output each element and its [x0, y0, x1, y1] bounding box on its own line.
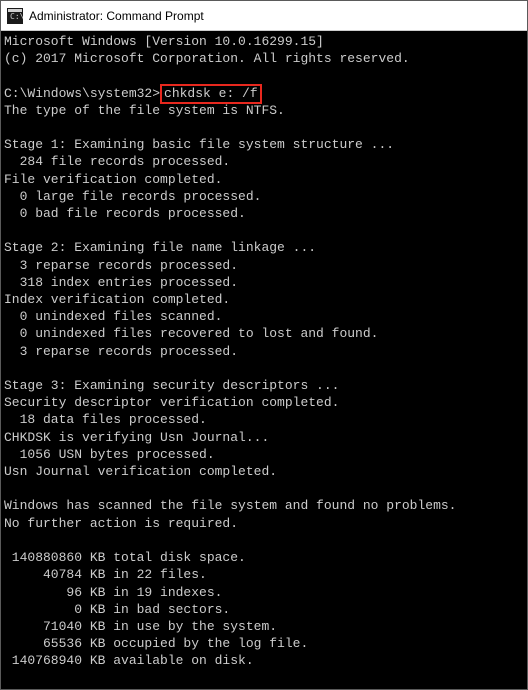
output-line: 140880860 KB total disk space. [4, 549, 524, 566]
output-line: Windows has scanned the file system and … [4, 497, 524, 514]
command-text: chkdsk e: /f [164, 86, 258, 101]
prompt-text: C:\Windows\system32> [4, 86, 160, 101]
output-line: 96 KB in 19 indexes. [4, 584, 524, 601]
output-line: Stage 1: Examining basic file system str… [4, 136, 524, 153]
output-line: 71040 KB in use by the system. [4, 618, 524, 635]
blank-line [4, 532, 524, 549]
prompt-line: C:\Windows\system32> chkdsk e: /f [4, 85, 524, 102]
command-prompt-window: C:\ Administrator: Command Prompt Micros… [1, 1, 527, 689]
terminal-output[interactable]: Microsoft Windows [Version 10.0.16299.15… [1, 31, 527, 689]
output-line: 3 reparse records processed. [4, 343, 524, 360]
output-line: (c) 2017 Microsoft Corporation. All righ… [4, 50, 524, 67]
command-highlight: chkdsk e: /f [160, 84, 262, 104]
output-line: 318 index entries processed. [4, 274, 524, 291]
blank-line [4, 119, 524, 136]
output-line: 0 KB in bad sectors. [4, 601, 524, 618]
output-line: 40784 KB in 22 files. [4, 566, 524, 583]
output-line: Stage 3: Examining security descriptors … [4, 377, 524, 394]
output-line: 4096 bytes in each allocation unit. [4, 687, 524, 689]
output-line: 65536 KB occupied by the log file. [4, 635, 524, 652]
output-line: The type of the file system is NTFS. [4, 102, 524, 119]
blank-line [4, 222, 524, 239]
blank-line [4, 480, 524, 497]
output-line: 18 data files processed. [4, 411, 524, 428]
window-title: Administrator: Command Prompt [29, 9, 204, 23]
blank-line [4, 67, 524, 84]
output-line: 0 unindexed files scanned. [4, 308, 524, 325]
output-line: Index verification completed. [4, 291, 524, 308]
output-line: Usn Journal verification completed. [4, 463, 524, 480]
output-line: File verification completed. [4, 171, 524, 188]
title-bar[interactable]: C:\ Administrator: Command Prompt [1, 1, 527, 31]
output-line: 140768940 KB available on disk. [4, 652, 524, 669]
output-line: 284 file records processed. [4, 153, 524, 170]
output-line: 0 bad file records processed. [4, 205, 524, 222]
output-line: 1056 USN bytes processed. [4, 446, 524, 463]
blank-line [4, 360, 524, 377]
output-line: Microsoft Windows [Version 10.0.16299.15… [4, 33, 524, 50]
output-line: Stage 2: Examining file name linkage ... [4, 239, 524, 256]
cmd-icon: C:\ [7, 8, 23, 24]
blank-line [4, 670, 524, 687]
output-line: 0 unindexed files recovered to lost and … [4, 325, 524, 342]
output-line: No further action is required. [4, 515, 524, 532]
output-line: Security descriptor verification complet… [4, 394, 524, 411]
output-line: CHKDSK is verifying Usn Journal... [4, 429, 524, 446]
output-line: 0 large file records processed. [4, 188, 524, 205]
output-line: 3 reparse records processed. [4, 257, 524, 274]
svg-text:C:\: C:\ [10, 12, 23, 21]
